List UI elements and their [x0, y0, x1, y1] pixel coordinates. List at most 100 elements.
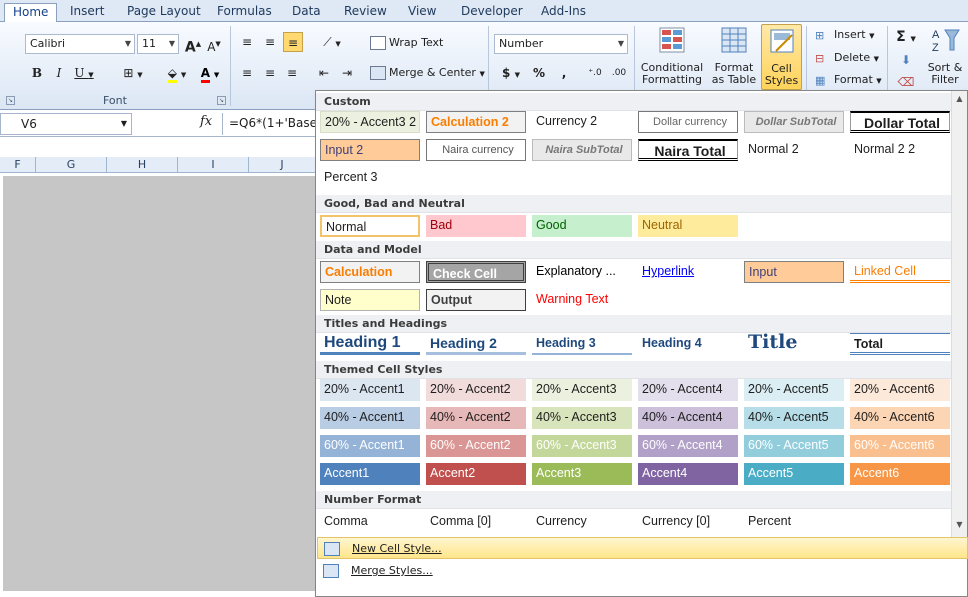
cell-style-item[interactable]: 20% - Accent6 [850, 379, 950, 401]
cell-style-item[interactable]: 20% - Accent2 [426, 379, 526, 401]
cell-style-item[interactable]: Accent2 [426, 463, 526, 485]
font-color-icon[interactable]: A ▼ [195, 63, 225, 83]
column-header[interactable]: I [178, 157, 249, 173]
cell-style-item[interactable]: 40% - Accent1 [320, 407, 420, 429]
cell-style-item[interactable]: Linked Cell [850, 261, 950, 283]
format-as-table-button[interactable]: Format as Table [708, 24, 760, 86]
cell-style-item[interactable]: Comma [320, 511, 420, 533]
orientation-icon[interactable]: ⟋ ▼ [315, 32, 349, 52]
fx-icon[interactable]: fx [200, 114, 212, 129]
dialog-launcher-icon[interactable]: ↘ [217, 96, 226, 105]
cell-style-item[interactable]: Good [532, 215, 632, 237]
tab-view[interactable]: View [400, 3, 444, 22]
cell-style-item[interactable]: Calculation [320, 261, 420, 283]
cell-style-item[interactable]: Title [744, 333, 844, 355]
cell-style-item[interactable]: Comma [0] [426, 511, 526, 533]
cell-style-item[interactable]: Percent 3 [320, 167, 420, 189]
format-cells-button[interactable]: ▦ Format ▼ [815, 72, 882, 90]
bold-icon[interactable]: B [28, 63, 46, 83]
formula-input[interactable]: =Q6*(1+'Base [222, 113, 316, 135]
increase-decimal-icon[interactable]: ⁺.0 [585, 63, 605, 83]
delete-cells-button[interactable]: ⊟ Delete ▼ [815, 50, 879, 68]
cell-style-item[interactable]: 60% - Accent6 [850, 435, 950, 457]
italic-icon[interactable]: I [50, 63, 68, 83]
scroll-up-icon[interactable]: ▲ [952, 91, 967, 107]
cell-style-item[interactable]: Input [744, 261, 844, 283]
cell-style-item[interactable]: 40% - Accent6 [850, 407, 950, 429]
cell-style-item[interactable]: 60% - Accent2 [426, 435, 526, 457]
cell-style-item[interactable]: 40% - Accent4 [638, 407, 738, 429]
currency-format-button[interactable]: $ ▼ [498, 63, 524, 83]
align-left-icon[interactable]: ≡ [238, 63, 256, 83]
cell-style-item[interactable]: Input 2 [320, 139, 420, 161]
cell-style-item[interactable]: Heading 4 [638, 333, 738, 355]
cell-style-item[interactable]: 20% - Accent3 2 [320, 111, 420, 133]
cell-style-item[interactable]: Accent5 [744, 463, 844, 485]
clear-icon[interactable]: ⌫ [895, 72, 917, 92]
cell-style-item[interactable]: Neutral [638, 215, 738, 237]
column-header[interactable]: H [107, 157, 178, 173]
cell-style-item[interactable]: Output [426, 289, 526, 311]
cell-style-item[interactable]: Total [850, 333, 950, 355]
tab-developer[interactable]: Developer [453, 3, 531, 22]
cell-style-item[interactable]: 40% - Accent5 [744, 407, 844, 429]
tab-page-layout[interactable]: Page Layout [119, 3, 209, 22]
cell-style-item[interactable]: Heading 1 [320, 333, 420, 355]
grow-font-icon[interactable]: A▲ [184, 34, 202, 56]
fill-color-icon[interactable]: ⬙ ▼ [162, 63, 192, 83]
scroll-down-icon[interactable]: ▼ [952, 517, 967, 533]
name-box[interactable]: V6 ▼ [0, 113, 132, 135]
cell-style-item[interactable]: Currency [0] [638, 511, 738, 533]
cell-style-item[interactable]: Accent3 [532, 463, 632, 485]
cell-style-item[interactable]: Check Cell [426, 261, 526, 283]
cell-style-item[interactable]: 60% - Accent3 [532, 435, 632, 457]
cell-style-item[interactable]: 40% - Accent2 [426, 407, 526, 429]
cell-style-item[interactable]: Currency 2 [532, 111, 632, 133]
wrap-text-button[interactable]: Wrap Text [370, 35, 443, 53]
align-middle-icon[interactable]: ≡ [261, 32, 279, 52]
cell-style-item[interactable]: Dollar SubTotal [744, 111, 844, 133]
cell-style-item[interactable]: 60% - Accent4 [638, 435, 738, 457]
cell-style-item[interactable]: Note [320, 289, 420, 311]
cell-style-item[interactable]: Normal [320, 215, 420, 237]
column-header[interactable]: G [36, 157, 107, 173]
cell-style-item[interactable]: 40% - Accent3 [532, 407, 632, 429]
cell-style-item[interactable]: Accent6 [850, 463, 950, 485]
align-top-icon[interactable]: ≡ [238, 32, 256, 52]
autosum-icon[interactable]: Σ ▼ [895, 27, 917, 47]
increase-indent-icon[interactable]: ⇥ [338, 63, 356, 83]
insert-cells-button[interactable]: ⊞ Insert ▼ [815, 27, 874, 45]
cell-style-item[interactable]: 20% - Accent3 [532, 379, 632, 401]
cell-style-item[interactable]: 20% - Accent1 [320, 379, 420, 401]
decrease-indent-icon[interactable]: ⇤ [315, 63, 333, 83]
cell-style-item[interactable]: Naira SubTotal [532, 139, 632, 161]
cell-style-item[interactable]: 20% - Accent5 [744, 379, 844, 401]
cell-style-item[interactable]: Normal 2 2 [850, 139, 950, 161]
cell-style-item[interactable]: Dollar currency [638, 111, 738, 133]
gallery-scrollbar[interactable]: ▲ ▼ [951, 91, 967, 546]
cell-style-item[interactable]: Warning Text [532, 289, 632, 311]
cell-style-item[interactable]: Currency [532, 511, 632, 533]
cell-style-item[interactable]: Naira currency [426, 139, 526, 161]
fill-icon[interactable]: ⬇ [895, 50, 917, 70]
column-header[interactable]: J [249, 157, 316, 173]
dialog-launcher-icon[interactable]: ↘ [6, 96, 15, 105]
merge-styles-menu-item[interactable]: Merge Styles... [317, 560, 968, 582]
align-center-icon[interactable]: ≡ [261, 63, 279, 83]
conditional-formatting-button[interactable]: Conditional Formatting [637, 24, 707, 86]
underline-icon[interactable]: U ▼ [72, 63, 96, 83]
cell-style-item[interactable]: 20% - Accent4 [638, 379, 738, 401]
decrease-decimal-icon[interactable]: .00 [609, 63, 629, 83]
cell-style-item[interactable]: Bad [426, 215, 526, 237]
cell-style-item[interactable]: Percent [744, 511, 844, 533]
new-cell-style-menu-item[interactable]: New Cell Style... [317, 537, 968, 559]
align-bottom-icon[interactable]: ≡ [283, 32, 303, 52]
shrink-font-icon[interactable]: A▼ [205, 34, 223, 54]
cell-style-item[interactable]: Hyperlink [638, 261, 738, 283]
merge-center-button[interactable]: Merge & Center ▼ [370, 65, 485, 83]
column-header[interactable]: F [0, 157, 36, 173]
cell-style-item[interactable]: Naira Total [638, 139, 738, 161]
font-size-select[interactable]: 11 ▼ [137, 34, 179, 54]
cell-style-item[interactable]: Heading 2 [426, 333, 526, 355]
tab-home[interactable]: Home [4, 3, 58, 23]
